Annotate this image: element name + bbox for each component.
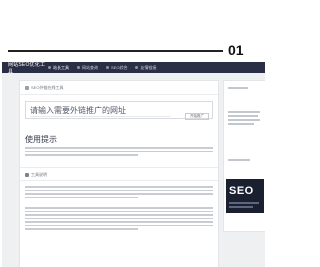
banner-number: 01 (228, 42, 244, 58)
text-line (228, 115, 258, 117)
site-logo[interactable]: 网站SEO优化工具 (2, 62, 48, 75)
url-input[interactable]: 请输入需要外链推广的网址 开始推广 (25, 101, 213, 120)
browser-screenshot: 网站SEO优化工具 站长工具 网站查询 SEO综合 友情链接 SEO外链在线工具… (2, 62, 265, 267)
nav-icon (106, 66, 109, 69)
top-navbar: 网站SEO优化工具 站长工具 网站查询 SEO综合 友情链接 (2, 62, 265, 75)
panel-divider (20, 180, 218, 181)
text-line (25, 210, 213, 212)
text-line (25, 147, 213, 149)
usage-title: 使用提示 (25, 135, 57, 144)
nav-label: 友情链接 (140, 64, 157, 70)
nav-item-webmaster[interactable]: 站长工具 (48, 65, 69, 71)
tool-intro-text (25, 186, 213, 200)
text-line (25, 193, 213, 195)
sidebar-heading-line (228, 159, 250, 161)
text-line (25, 217, 213, 219)
text-line (25, 154, 138, 156)
nav-item-query[interactable]: 网站查询 (77, 65, 98, 71)
usage-text (25, 147, 213, 158)
banner-line (229, 202, 259, 204)
breadcrumb: SEO外链在线工具 (25, 85, 63, 91)
input-underline (30, 116, 170, 117)
tool-intro-heading: 工具说明 (25, 172, 47, 178)
panel-divider (20, 94, 218, 95)
nav-label: 站长工具 (53, 64, 69, 70)
text-line (25, 228, 138, 230)
text-line (228, 111, 260, 113)
text-line (25, 224, 213, 226)
tool-intro-label: 工具说明 (31, 172, 47, 177)
main-panel: SEO外链在线工具 请输入需要外链推广的网址 开始推广 使用提示 工具说明 (19, 80, 219, 267)
nav-icon (77, 66, 80, 69)
text-line (25, 221, 213, 223)
sidebar-panel: SEO (223, 80, 265, 232)
text-line (228, 119, 260, 121)
start-promote-button[interactable]: 开始推广 (185, 113, 209, 120)
text-line (25, 186, 213, 188)
home-icon (25, 86, 29, 90)
text-line (25, 150, 213, 152)
url-input-placeholder: 请输入需要外链推广的网址 (30, 106, 126, 115)
banner-line (229, 206, 253, 208)
text-line (25, 214, 213, 216)
seo-banner[interactable]: SEO (226, 179, 264, 213)
seo-logo: SEO (229, 185, 254, 197)
tool-list (25, 207, 213, 232)
panel-divider (20, 167, 218, 168)
text-line (25, 196, 138, 198)
text-line (25, 189, 213, 191)
text-line (25, 207, 213, 209)
nav-label: 网站查询 (82, 64, 98, 70)
banner-rule (8, 50, 223, 52)
breadcrumb-label[interactable]: SEO外链在线工具 (31, 85, 63, 91)
nav-icon (48, 66, 51, 69)
nav-label: SEO综合 (111, 64, 128, 70)
info-icon (25, 173, 29, 177)
nav-icon (135, 66, 139, 69)
top-banner: 01 (0, 0, 267, 58)
sidebar-heading-line (228, 87, 248, 89)
nav-item-seo[interactable]: SEO综合 (106, 65, 127, 71)
text-line (228, 123, 254, 125)
nav-item-links[interactable]: 友情链接 (135, 65, 156, 71)
